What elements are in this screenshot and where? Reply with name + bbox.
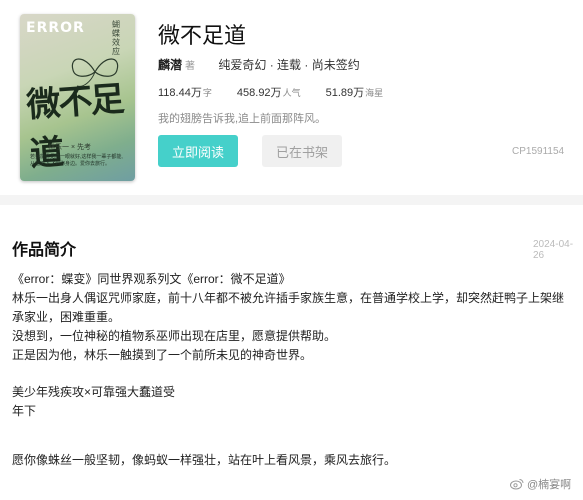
book-cover[interactable]: ERROR 蝴蝶效应 微不足道 林乐一 × 先考 若我能看见你一眼就好,这样我一…	[20, 14, 135, 181]
stat-starfish: 51.89万海星	[325, 87, 384, 99]
book-slogan: 我的翅膀告诉我,追上前面那阵风。	[158, 113, 327, 125]
author-name[interactable]: 麟潜	[158, 58, 182, 72]
intro-paragraph: 美少年残疾攻×可靠强大蠢道受	[12, 385, 176, 399]
author-suffix: 著	[185, 61, 196, 72]
intro-paragraph: 林乐一出身人偶讴咒师家庭，前十八年都不被允许插手家族生意，在普通学校上学，却突然…	[12, 291, 565, 324]
intro-spacer	[12, 439, 583, 451]
book-title: 微不足道	[158, 23, 247, 48]
book-tags: 纯爱奇幻 · 连载 · 尚未签约	[218, 58, 360, 72]
intro-body: 《error：蝶变》同世界观系列文《error：微不足道》 林乐一出身人偶讴咒师…	[12, 270, 583, 470]
intro-spacer	[12, 421, 583, 439]
intro-paragraph: 愿你像蛛丝一般坚韧，像蚂蚁一样强壮，站在叶上看风景，乘风去旅行。	[12, 453, 397, 467]
weibo-icon	[510, 479, 524, 490]
read-now-button[interactable]: 立即阅读	[158, 135, 238, 167]
book-header: ERROR 蝴蝶效应 微不足道 林乐一 × 先考 若我能看见你一眼就好,这样我一…	[0, 0, 583, 195]
intro-paragraph: 年下	[12, 404, 37, 418]
intro-heading: 作品简介	[12, 242, 77, 259]
intro-spacer	[12, 365, 583, 383]
stat-popularity: 458.92万人气	[236, 87, 301, 99]
cover-vertical-text: 蝴蝶效应	[112, 20, 120, 56]
cover-error-word: ERROR	[26, 20, 85, 36]
stat-words: 118.44万字	[158, 87, 212, 99]
intro-date: 2024-04-26	[533, 239, 574, 261]
on-shelf-button[interactable]: 已在书架	[262, 135, 342, 167]
book-id: CP1591154	[512, 146, 565, 157]
watermark: @楠宴啊	[510, 476, 571, 492]
section-divider	[0, 195, 583, 205]
intro-paragraph: 《error：蝶变》同世界观系列文《error：微不足道》	[12, 272, 291, 286]
intro-paragraph: 没想到，一位神秘的植物系巫师出现在店里，愿意提供帮助。	[12, 329, 337, 343]
cover-author-line: 林乐一 × 先考	[48, 144, 91, 151]
cover-blurb: 若我能看见你一眼就好,这样我一辈子都能,从蓝天下飞到你身边。爱你去旅行。	[30, 154, 123, 167]
intro-paragraph: 正是因为他，林乐一触摸到了一个前所未见的神奇世界。	[12, 348, 313, 362]
watermark-text: @楠宴啊	[527, 479, 572, 491]
book-meta: 麟潜著 纯爱奇幻 · 连载 · 尚未签约	[158, 56, 360, 73]
book-stats: 118.44万字 458.92万人气 51.89万海星	[158, 84, 405, 100]
